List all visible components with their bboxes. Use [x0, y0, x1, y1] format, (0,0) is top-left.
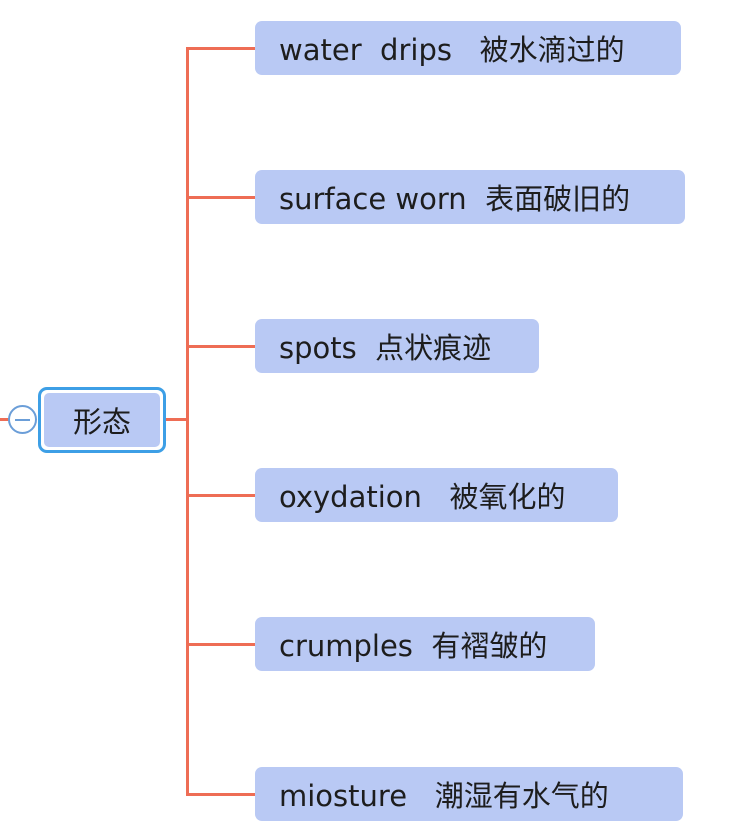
child-node-crumples[interactable]: crumples 有褶皱的 [255, 617, 595, 671]
collapse-toggle-minus-circle-icon[interactable] [8, 405, 37, 434]
root-node[interactable]: 形态 [38, 387, 166, 453]
minus-icon [15, 419, 30, 421]
child-node-miosture[interactable]: miosture 潮湿有水气的 [255, 767, 683, 821]
child-node-spots[interactable]: spots 点状痕迹 [255, 319, 539, 373]
mindmap-canvas: water drips 被水滴过的 surface worn 表面破旧的 spo… [0, 0, 729, 839]
branch-connector [186, 494, 256, 497]
branch-connector [186, 196, 256, 199]
child-node-oxydation[interactable]: oxydation 被氧化的 [255, 468, 618, 522]
root-node-label: 形态 [44, 393, 160, 447]
branch-connector [186, 345, 256, 348]
root-connector [166, 418, 188, 421]
branch-connector [186, 793, 256, 796]
child-node-surface-worn[interactable]: surface worn 表面破旧的 [255, 170, 685, 224]
branch-connector [186, 47, 256, 50]
trunk-connector [186, 47, 189, 796]
child-node-water-drips[interactable]: water drips 被水滴过的 [255, 21, 681, 75]
branch-connector [186, 643, 256, 646]
